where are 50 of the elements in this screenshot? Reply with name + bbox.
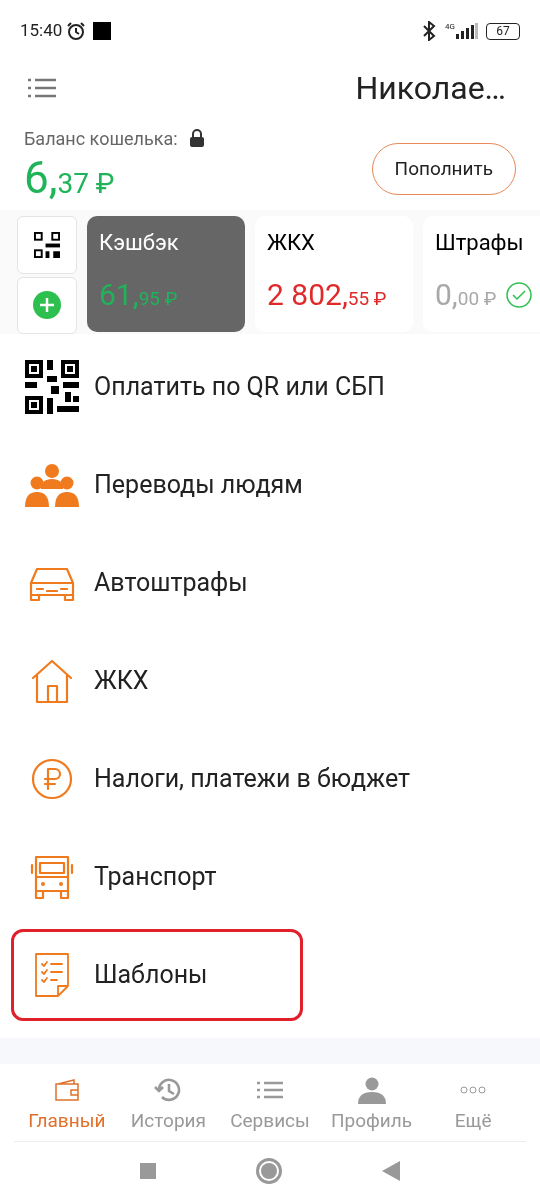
lock-icon	[189, 129, 204, 147]
document-list-icon	[32, 952, 72, 998]
clock-time: 15:40	[20, 19, 63, 43]
alarm-icon	[66, 21, 87, 41]
wallet-balance: 6,37 ₽	[24, 155, 116, 200]
battery-indicator: 67	[486, 22, 520, 40]
menu-item-label: Налоги, платежи в бюджет	[94, 763, 411, 796]
menu-item-label: ЖКХ	[94, 665, 149, 698]
balance-card[interactable]: Штрафы 0,00 ₽	[423, 216, 540, 332]
house-icon	[30, 658, 74, 704]
plus-icon	[33, 291, 61, 320]
bluetooth-icon	[421, 21, 438, 41]
service-menu-item[interactable]: Переводы людям	[11, 439, 529, 531]
service-menu-item[interactable]: Оплатить по QR или СБП	[11, 341, 529, 433]
more-icon	[460, 1086, 487, 1094]
menu-icon[interactable]	[28, 78, 56, 98]
card-title: ЖКХ	[267, 232, 316, 254]
card-amount: 61,95 ₽	[99, 280, 178, 310]
qr-scan-button[interactable]	[17, 216, 77, 274]
signal-icon	[456, 23, 478, 39]
bus-icon	[30, 853, 74, 901]
wallet-icon	[53, 1078, 80, 1102]
menu-item-label: Транспорт	[94, 861, 217, 894]
balance-card[interactable]: ЖКХ 2 802,55 ₽	[255, 216, 413, 332]
person-icon	[357, 1076, 386, 1104]
network-type: 4G	[445, 23, 455, 31]
back-button[interactable]	[382, 1161, 400, 1181]
wallet-balance-label: Баланс кошелька:	[24, 126, 178, 151]
card-title: Штрафы	[435, 232, 525, 254]
menu-item-label: Автоштрафы	[94, 567, 248, 600]
service-menu-item[interactable]: ЖКХ	[11, 635, 529, 727]
ruble-icon	[30, 757, 74, 801]
service-menu-item[interactable]: Автоштрафы	[11, 537, 529, 629]
user-name: Николае…	[355, 68, 506, 109]
notification-square-icon	[93, 22, 112, 40]
card-title: Кэшбэк	[99, 232, 180, 254]
service-menu-item[interactable]: Транспорт	[11, 831, 529, 923]
balance-card[interactable]: Кэшбэк 61,95 ₽	[87, 216, 245, 332]
people-icon	[25, 463, 79, 507]
service-menu-item[interactable]: Налоги, платежи в бюджет	[11, 733, 529, 825]
card-amount: 2 802,55 ₽	[267, 280, 387, 310]
menu-item-label: Переводы людям	[94, 469, 303, 502]
service-menu-item[interactable]: Шаблоны	[11, 929, 303, 1021]
card-amount: 0,00 ₽	[435, 280, 497, 310]
home-button[interactable]	[256, 1158, 282, 1184]
menu-item-label: Оплатить по QR или СБП	[94, 371, 385, 404]
qr-code-icon	[25, 360, 79, 414]
list-icon	[257, 1080, 283, 1100]
qr-code-icon	[34, 231, 60, 258]
menu-item-label: Шаблоны	[94, 959, 208, 992]
